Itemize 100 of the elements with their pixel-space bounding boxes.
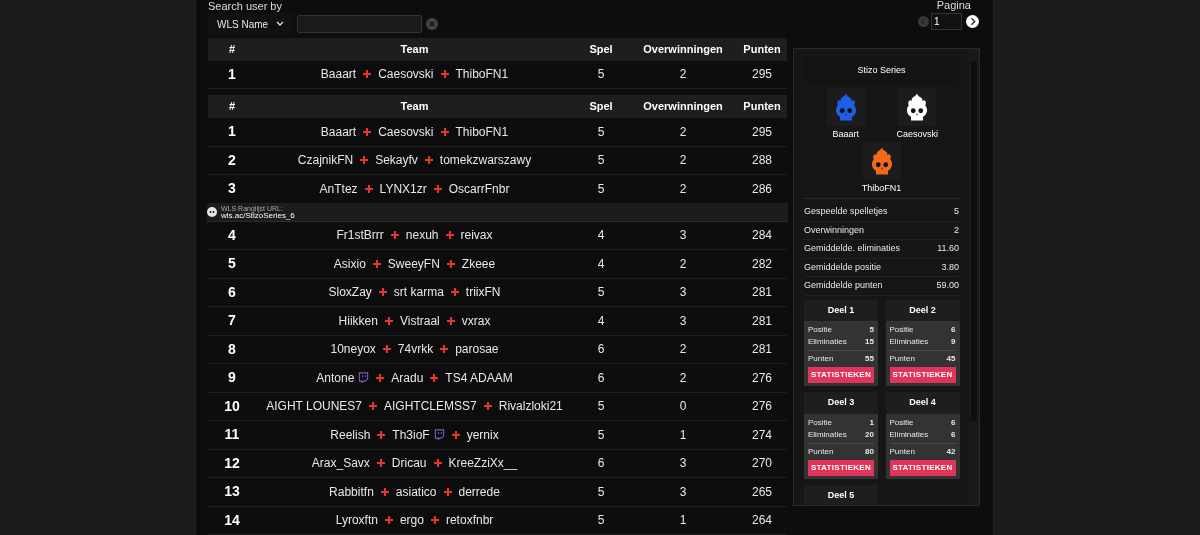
player-link[interactable]: Baaart <box>320 122 357 141</box>
rank-cell-text: 7 <box>227 311 237 331</box>
player-link[interactable]: Asixio <box>333 254 366 273</box>
player-link[interactable]: Arax_Savx <box>311 454 370 473</box>
table-cell-text: 4 <box>596 312 606 330</box>
player-link[interactable]: Lyroxftn <box>335 511 378 530</box>
plus-icon <box>446 259 455 268</box>
part-stat-value: 80 <box>865 445 874 458</box>
column-header: Team <box>399 41 430 57</box>
player-link[interactable]: vxrax <box>461 311 491 330</box>
player-link[interactable]: LYNX1zr <box>379 179 427 198</box>
next-page-icon[interactable] <box>966 15 979 28</box>
part-stat-label: Eliminaties <box>889 428 929 441</box>
stat-value: 5 <box>954 205 959 218</box>
player-link[interactable]: ThiboFN1 <box>455 65 509 84</box>
table-cell-text: 3 <box>678 455 688 473</box>
player-link[interactable]: tomekzwarszawy <box>439 151 532 170</box>
player-link[interactable]: Antone <box>316 368 370 387</box>
table-cell-text: 282 <box>751 255 773 273</box>
player-link[interactable]: Th3ioF <box>392 425 445 444</box>
player-link[interactable]: Zkeee <box>461 254 496 273</box>
table-cell-text: 288 <box>751 152 773 170</box>
player-link[interactable]: Dricau <box>391 454 427 473</box>
player-link[interactable]: Baaart <box>320 65 357 84</box>
plus-icon <box>390 231 399 240</box>
player-link[interactable]: triixFN <box>465 283 501 302</box>
plus-icon <box>430 516 439 525</box>
column-header: Punten <box>742 41 782 57</box>
player-link[interactable]: SweeyFN <box>387 254 440 273</box>
player-link[interactable]: nexuh <box>405 226 439 245</box>
player-link[interactable]: AnTtez <box>319 179 358 198</box>
player-link[interactable]: derrede <box>458 482 500 501</box>
player-link[interactable]: Hiikken <box>338 311 378 330</box>
player-link[interactable]: TS4 ADAAM <box>445 368 513 387</box>
player-link[interactable]: SloxZay <box>328 283 372 302</box>
chat-bubble-icon[interactable] <box>358 372 370 384</box>
chat-bubble-icon[interactable] <box>433 429 445 441</box>
player-link[interactable]: asiatico <box>395 482 437 501</box>
rank-cell-text: 1 <box>227 122 237 142</box>
statistics-button[interactable]: STATISTIEKEN <box>889 459 956 476</box>
player-link[interactable]: Aradu <box>391 368 424 387</box>
player-link[interactable]: Reelish <box>330 425 371 444</box>
scrollbar[interactable] <box>969 48 979 505</box>
stat-value: 59.00 <box>936 279 959 292</box>
player-link[interactable]: reivax <box>460 226 493 245</box>
plus-icon <box>377 430 386 439</box>
player-link[interactable]: ergo <box>399 511 424 530</box>
player-link[interactable]: retoxfnbr <box>445 511 494 530</box>
search-field[interactable] <box>297 15 423 33</box>
player-link[interactable]: 10neyox <box>330 340 376 359</box>
part-stat-label: Positie <box>808 416 832 429</box>
rank-cell-text: 10 <box>223 396 241 416</box>
table-cell-text: 2 <box>678 123 688 141</box>
rank-cell-text: 8 <box>227 339 237 359</box>
player-link[interactable]: CzajnikFN <box>297 151 354 170</box>
stat-label: Gespeelde spelletjes <box>804 205 888 218</box>
player-link[interactable]: srt karma <box>393 283 444 302</box>
clear-icon[interactable] <box>426 18 439 30</box>
previous-page-icon[interactable] <box>918 16 929 27</box>
table-cell-text: 6 <box>596 455 606 473</box>
player-link[interactable]: Rabbitfn <box>329 482 374 501</box>
rank-cell-text: 6 <box>227 282 237 302</box>
player-link[interactable]: Rivalzloki21 <box>498 397 563 416</box>
rank-cell-text: 14 <box>223 510 241 530</box>
player-link[interactable]: Sekayfv <box>375 151 418 170</box>
plus-icon <box>433 184 442 193</box>
player-link[interactable]: ThiboFN1 <box>455 122 509 141</box>
part-title: Deel 3 <box>826 396 856 409</box>
player-link[interactable]: parosae <box>455 340 499 359</box>
plus-icon <box>378 288 387 297</box>
player-link[interactable]: Caesovski <box>378 122 434 141</box>
part-stat-label: Positie <box>889 324 914 336</box>
part-stat-value: 6 <box>951 324 956 336</box>
part-stat-label: Punten <box>889 353 915 365</box>
stat-value: 3.80 <box>941 260 959 274</box>
column-header: Team <box>399 99 430 115</box>
filter-dropdown[interactable]: WLS Name <box>208 13 294 35</box>
player-link[interactable]: AIGHTCLEMSS7 <box>384 397 477 416</box>
search-label: Search user by <box>208 0 283 12</box>
statistics-button[interactable]: STATISTIEKEN <box>889 367 956 383</box>
statistics-button[interactable]: STATISTIEKEN <box>808 367 874 383</box>
player-link[interactable]: yernix <box>466 425 499 444</box>
statistics-button[interactable]: STATISTIEKEN <box>808 459 874 476</box>
player-link[interactable]: 74vrkk <box>397 340 434 359</box>
player-link[interactable]: Caesovski <box>378 65 434 84</box>
plus-icon <box>369 402 378 411</box>
table-cell-text: 2 <box>678 180 688 198</box>
table-cell-text: 1 <box>678 426 688 444</box>
plus-icon <box>450 288 459 297</box>
table-cell-text: 276 <box>751 369 773 387</box>
player-link[interactable]: Fr1stBrrr <box>336 226 384 245</box>
player-link[interactable]: KreeZziXx__ <box>448 454 518 473</box>
table-cell-text: 5 <box>596 284 606 302</box>
player-link[interactable]: AIGHT LOUNES7 <box>266 397 363 416</box>
player-link[interactable]: OscarrFnbr <box>448 179 510 198</box>
table-cell-text: 6 <box>596 341 606 359</box>
player-link[interactable]: Vistraal <box>399 311 440 330</box>
page-field[interactable]: 1 <box>931 13 962 30</box>
plus-icon <box>363 127 372 136</box>
plus-icon <box>364 184 373 193</box>
